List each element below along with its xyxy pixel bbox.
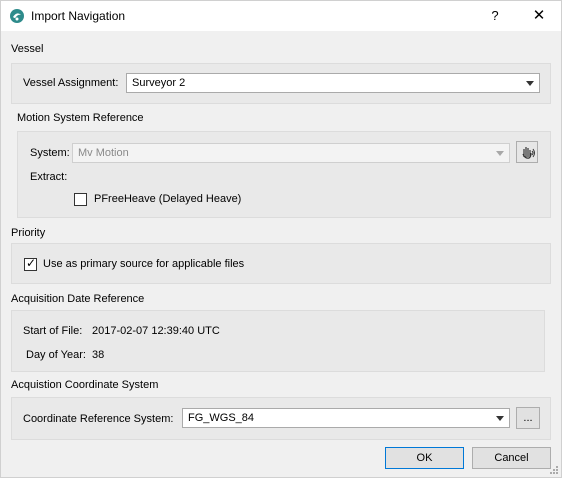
- crs-browse-button[interactable]: ...: [516, 407, 540, 429]
- system-value: Mv Motion: [78, 147, 129, 159]
- crs-value: FG_WGS_84: [188, 412, 255, 424]
- resize-grip-icon[interactable]: [549, 465, 559, 475]
- vessel-section-title: Vessel: [11, 43, 44, 55]
- motion-panel: System: Mv Motion Extract: PFreeHeave (D…: [17, 131, 551, 218]
- app-logo-icon: [10, 9, 24, 23]
- hand-wave-icon: [522, 147, 535, 159]
- ok-button[interactable]: OK: [385, 447, 464, 469]
- motion-section-title: Motion System Reference: [17, 112, 144, 124]
- checkmark-icon: ✓: [26, 256, 37, 270]
- primary-source-label[interactable]: Use as primary source for applicable fil…: [43, 258, 244, 270]
- extract-label: Extract:: [30, 171, 68, 183]
- start-of-file-value: 2017-02-07 12:39:40 UTC: [92, 325, 220, 337]
- chevron-down-icon: [526, 81, 534, 86]
- cancel-button[interactable]: Cancel: [472, 447, 551, 469]
- vessel-assignment-label: Vessel Assignment:: [23, 77, 119, 89]
- close-button[interactable]: ✕: [527, 6, 551, 26]
- pfreeheave-label[interactable]: PFreeHeave (Delayed Heave): [94, 193, 241, 205]
- priority-panel: ✓ Use as primary source for applicable f…: [11, 243, 551, 284]
- vessel-assignment-value: Surveyor 2: [132, 77, 186, 89]
- day-of-year-value: 38: [92, 349, 105, 361]
- system-label: System:: [30, 147, 70, 159]
- motion-settings-button[interactable]: [516, 141, 538, 163]
- coordinate-system-panel: Coordinate Reference System: FG_WGS_84 .…: [11, 397, 551, 440]
- start-of-file-label: Start of File:: [23, 325, 83, 337]
- crs-combo[interactable]: FG_WGS_84: [182, 408, 510, 428]
- acquisition-date-section-title: Acquisition Date Reference: [11, 293, 145, 305]
- import-navigation-dialog: Import Navigation ? ✕ Vessel Vessel Assi…: [0, 0, 562, 478]
- window-title: Import Navigation: [31, 9, 126, 23]
- system-combo[interactable]: Mv Motion: [72, 143, 510, 163]
- acquisition-date-panel: Start of File: 2017-02-07 12:39:40 UTC D…: [11, 310, 545, 372]
- vessel-assignment-combo[interactable]: Surveyor 2: [126, 73, 540, 93]
- coordinate-system-section-title: Acquistion Coordinate System: [11, 379, 159, 391]
- priority-section-title: Priority: [11, 227, 46, 239]
- title-bar[interactable]: Import Navigation ? ✕: [1, 1, 561, 31]
- crs-label: Coordinate Reference System:: [23, 413, 174, 425]
- vessel-panel: Vessel Assignment: Surveyor 2: [11, 63, 551, 104]
- pfreeheave-checkbox[interactable]: [74, 193, 87, 206]
- help-button[interactable]: ?: [485, 6, 505, 26]
- day-of-year-label: Day of Year:: [26, 349, 86, 361]
- chevron-down-icon: [496, 416, 504, 421]
- primary-source-checkbox[interactable]: ✓: [24, 256, 37, 271]
- chevron-down-icon: [496, 151, 504, 156]
